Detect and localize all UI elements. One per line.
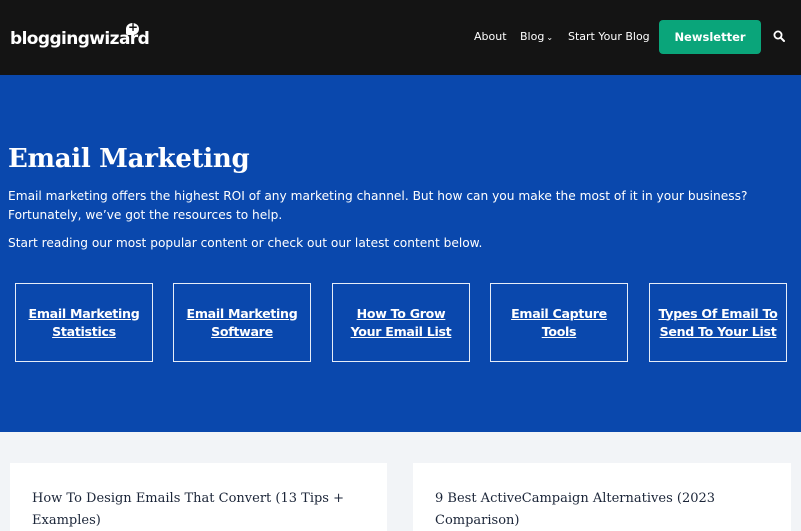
topic-card-email-marketing-software[interactable]: Email Marketing Software: [173, 283, 311, 362]
post-card[interactable]: 9 Best ActiveCampaign Alternatives (2023…: [413, 463, 791, 531]
topic-link[interactable]: Email Marketing Software: [187, 305, 298, 341]
hero-description: Email marketing offers the highest ROI o…: [8, 189, 748, 222]
nav-blog-label: Blog: [520, 30, 545, 43]
topic-link[interactable]: Email Capture Tools: [511, 305, 607, 341]
logo-plus-icon: [126, 20, 139, 35]
nav-start-your-blog[interactable]: Start Your Blog: [568, 30, 650, 43]
post-title[interactable]: How To Design Emails That Convert (13 Ti…: [32, 488, 372, 531]
topic-link[interactable]: Email Marketing Statistics: [29, 305, 140, 341]
post-card[interactable]: How To Design Emails That Convert (13 Ti…: [10, 463, 387, 531]
post-title[interactable]: 9 Best ActiveCampaign Alternatives (2023…: [435, 488, 775, 531]
newsletter-button[interactable]: Newsletter: [659, 20, 761, 54]
topic-card-types-of-email[interactable]: Types Of Email To Send To Your List: [649, 283, 787, 362]
nav-about[interactable]: About: [474, 30, 507, 43]
search-icon[interactable]: [773, 30, 785, 42]
topic-link[interactable]: How To Grow Your Email List: [351, 305, 452, 341]
topic-card-email-marketing-statistics[interactable]: Email Marketing Statistics: [15, 283, 153, 362]
site-header: bloggingwizard About Blog⌄ Start Your Bl…: [0, 0, 801, 75]
topic-card-email-capture-tools[interactable]: Email Capture Tools: [490, 283, 628, 362]
hero-section: Email Marketing Email marketing offers t…: [0, 75, 801, 432]
topic-link[interactable]: Types Of Email To Send To Your List: [658, 305, 777, 341]
nav-blog[interactable]: Blog ⌄: [520, 30, 553, 43]
hero-cta-text: Start reading our most popular content o…: [8, 236, 483, 250]
chevron-down-icon: ⌄: [546, 33, 554, 42]
page-title: Email Marketing: [8, 144, 250, 174]
topic-card-grow-email-list[interactable]: How To Grow Your Email List: [332, 283, 470, 362]
